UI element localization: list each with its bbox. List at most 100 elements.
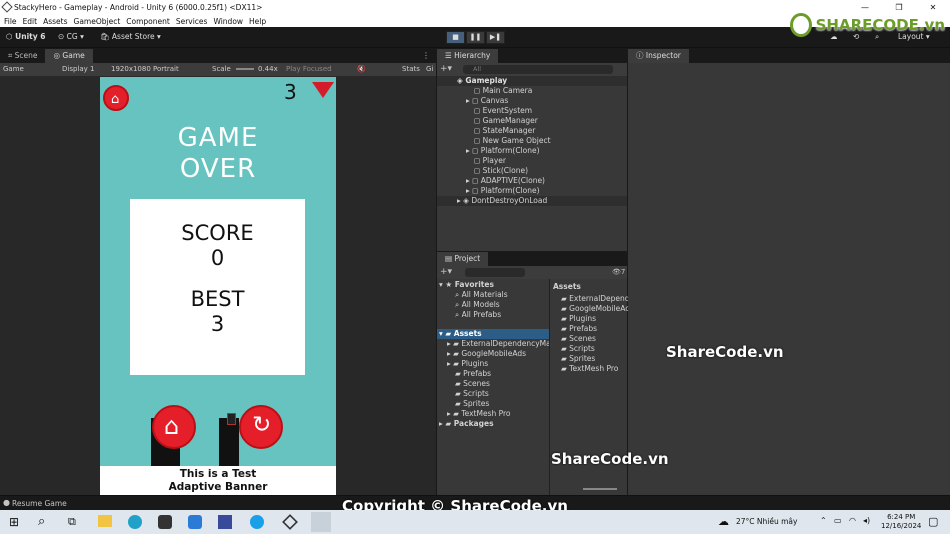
skype-icon[interactable]: [250, 515, 264, 529]
tab-scene[interactable]: ⌗ Scene: [0, 49, 45, 63]
hierarchy-item-main-camera[interactable]: ◻ Main Camera: [474, 86, 532, 95]
hierarchy-item-player[interactable]: ◻ Player: [474, 156, 506, 165]
hierarchy-search-input[interactable]: All: [463, 65, 613, 74]
unity-hub-icon[interactable]: [282, 514, 298, 530]
account-button[interactable]: ⬡ Unity 6: [6, 32, 45, 41]
hierarchy-item-gamemanager[interactable]: ◻ GameManager: [474, 116, 538, 125]
step-button[interactable]: ▶❚: [486, 31, 505, 44]
ad-banner[interactable]: This is a Test Adaptive Banner: [100, 466, 336, 495]
start-button[interactable]: ⊞: [9, 515, 19, 529]
menu-file[interactable]: File: [4, 17, 17, 26]
panel-menu-icon[interactable]: ⋮: [422, 51, 430, 60]
hierarchy-item-platform-2[interactable]: ▸ ◻ Platform(Clone): [466, 186, 540, 195]
asset-list-item[interactable]: ▰ Sprites: [561, 354, 595, 363]
asset-list-item[interactable]: ▰ GoogleMobileAc: [561, 304, 629, 313]
menu-edit[interactable]: Edit: [23, 17, 38, 26]
asset-folder[interactable]: ▰ Sprites: [455, 399, 489, 408]
menu-services[interactable]: Services: [176, 17, 208, 26]
asset-list-item[interactable]: ▰ Scripts: [561, 344, 595, 353]
scale-slider[interactable]: [236, 68, 254, 70]
game-mode-dropdown[interactable]: Game: [3, 65, 24, 73]
hierarchy-item-label: EventSystem: [482, 106, 533, 115]
hierarchy-item-new-game-object[interactable]: ◻ New Game Object: [474, 136, 551, 145]
menu-component[interactable]: Component: [126, 17, 170, 26]
hierarchy-add-button[interactable]: +▾: [440, 64, 452, 74]
favorites-label: Favorites: [454, 280, 494, 289]
project-search-input[interactable]: [465, 268, 525, 277]
menu-help[interactable]: Help: [249, 17, 266, 26]
volume-icon[interactable]: ◂): [863, 516, 870, 525]
edge-icon[interactable]: [128, 515, 142, 529]
project-divider[interactable]: [549, 279, 550, 495]
tab-game[interactable]: ◎ Game: [45, 49, 93, 63]
restart-button[interactable]: ↻: [239, 405, 283, 449]
notification-icon[interactable]: ▢: [928, 515, 938, 528]
favorite-all-models[interactable]: ⌕ All Models: [455, 300, 500, 310]
asset-folder[interactable]: ▰ Prefabs: [455, 369, 491, 378]
search-taskbar-icon[interactable]: ⌕: [38, 514, 45, 529]
asset-list-label: Plugins: [569, 314, 597, 323]
hierarchy-item-platform-1[interactable]: ▸ ◻ Platform(Clone): [466, 146, 540, 155]
app-icon[interactable]: [218, 515, 232, 529]
display-dropdown[interactable]: Display 1: [62, 65, 94, 73]
menu-gameobject[interactable]: GameObject: [74, 17, 121, 26]
tab-project-label: Project: [454, 254, 481, 263]
home-button[interactable]: ⌂: [152, 405, 196, 449]
menu-assets[interactable]: Assets: [43, 17, 67, 26]
tab-project[interactable]: ▤ Project: [437, 252, 489, 266]
scene-name[interactable]: ◈ Gameplay: [457, 76, 507, 85]
gizmos-button[interactable]: Gi: [426, 65, 433, 73]
packages-header[interactable]: ▸ ▰ Packages: [439, 419, 494, 428]
home-big-icon: ⌂: [164, 412, 180, 440]
file-explorer-icon[interactable]: [98, 515, 112, 527]
play-button[interactable]: ■: [446, 31, 465, 44]
cloud-app-icon[interactable]: [188, 515, 202, 529]
resolution-dropdown[interactable]: 1920x1080 Portrait: [111, 65, 179, 73]
asset-list-item[interactable]: ▰ Prefabs: [561, 324, 597, 333]
pause-button[interactable]: ❚❚: [466, 31, 485, 44]
icon-size-slider[interactable]: [583, 488, 617, 490]
favorite-all-prefabs[interactable]: ⌕ All Prefabs: [455, 310, 501, 320]
tab-inspector[interactable]: ⓘ Inspector: [628, 49, 689, 63]
assets-label: Assets: [453, 329, 482, 338]
asset-list-item[interactable]: ▰ Scenes: [561, 334, 596, 343]
asset-list-item[interactable]: ▰ ExternalDepend: [561, 294, 630, 303]
wifi-icon[interactable]: ◠: [849, 516, 856, 525]
clock[interactable]: 6:24 PM 12/16/2024: [881, 513, 921, 531]
dont-destroy-label[interactable]: ▸ ◈ DontDestroyOnLoad: [457, 196, 547, 205]
cloud-collab-button[interactable]: ⊙ CG ▾: [58, 32, 84, 41]
asset-folder[interactable]: ▸ ▰ ExternalDependencyMa: [447, 339, 551, 348]
tray-chevron-icon[interactable]: ⌃: [820, 516, 827, 525]
home-button-small[interactable]: ⌂: [103, 85, 129, 111]
asset-folder[interactable]: ▸ ▰ TextMesh Pro: [447, 409, 511, 418]
tab-hierarchy[interactable]: ☰ Hierarchy: [437, 49, 499, 63]
unity-logo-icon: [1, 1, 13, 13]
asset-folder[interactable]: ▸ ▰ GoogleMobileAds: [447, 349, 526, 358]
assets-header[interactable]: ▾ ▰ Assets: [439, 329, 482, 338]
favorite-all-materials[interactable]: ⌕ All Materials: [455, 290, 508, 300]
hierarchy-item-eventsystem[interactable]: ◻ EventSystem: [474, 106, 532, 115]
asset-list-item[interactable]: ▰ Plugins: [561, 314, 596, 323]
asset-store-button[interactable]: 🛍 Asset Store ▾: [100, 32, 161, 41]
mute-icon[interactable]: 🔇: [357, 65, 366, 73]
hierarchy-item-canvas[interactable]: ▸ ◻ Canvas: [466, 96, 508, 105]
hierarchy-item-statemanager[interactable]: ◻ StateManager: [474, 126, 535, 135]
project-add-button[interactable]: +▾: [440, 267, 452, 277]
menu-window[interactable]: Window: [213, 17, 243, 26]
play-focused-dropdown[interactable]: Play Focused: [286, 65, 332, 73]
unity-editor-icon[interactable]: [311, 512, 331, 532]
asset-folder[interactable]: ▸ ▰ Plugins: [447, 359, 488, 368]
asset-folder[interactable]: ▰ Scenes: [455, 379, 490, 388]
game-view: ⌂ 3 GAME OVER SCORE 0 BEST 3 ⌂ ↻ This is…: [100, 77, 336, 495]
github-icon[interactable]: [158, 515, 172, 529]
asset-list-label: Scenes: [569, 334, 596, 343]
asset-list-item[interactable]: ▰ TextMesh Pro: [561, 364, 618, 373]
hierarchy-item-adaptive[interactable]: ▸ ◻ ADAPTIVE(Clone): [466, 176, 545, 185]
asset-folder-label: Sprites: [463, 399, 490, 408]
asset-folder[interactable]: ▰ Scripts: [455, 389, 489, 398]
task-view-icon[interactable]: ⧉: [68, 515, 76, 529]
stats-button[interactable]: Stats: [402, 65, 420, 73]
hierarchy-item-stick[interactable]: ◻ Stick(Clone): [474, 166, 528, 175]
favorites-header[interactable]: ▾ ★ Favorites: [439, 280, 494, 289]
restart-icon: ↻: [252, 412, 272, 438]
